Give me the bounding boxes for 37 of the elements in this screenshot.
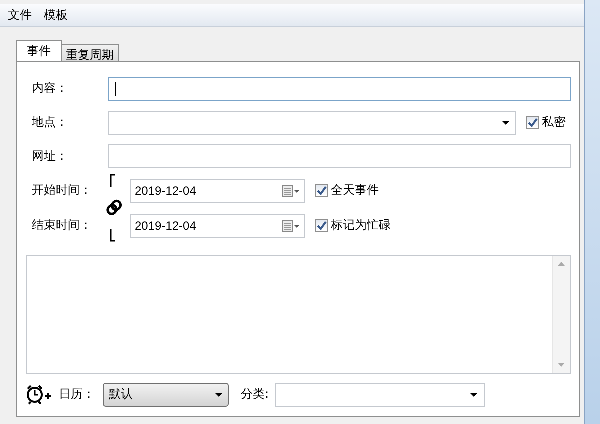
link-icon <box>105 173 125 244</box>
check-icon <box>316 186 326 196</box>
field-label: 内容： <box>31 80 69 98</box>
field-label: 地点： <box>31 114 69 132</box>
input-field[interactable] <box>108 144 571 168</box>
checkbox[interactable] <box>526 116 539 130</box>
check-icon <box>316 220 326 231</box>
field-label: 分类: <box>241 386 270 404</box>
field-label: 网址： <box>31 148 69 165</box>
text-area[interactable] <box>26 255 571 374</box>
combo-box[interactable] <box>275 382 486 407</box>
alarm-add-icon <box>26 384 51 406</box>
date-field[interactable]: 2019-12-04 <box>130 178 305 203</box>
dropdown-arrow-icon <box>470 392 478 397</box>
calendar-icon <box>282 220 300 232</box>
dropdown-arrow-icon <box>502 120 510 125</box>
checkbox-label: 标记为忙碌 <box>331 217 391 234</box>
check-icon <box>528 118 538 128</box>
menu-item[interactable]: 文件 <box>8 6 32 24</box>
checkbox-label: 私密 <box>542 114 566 132</box>
tab[interactable]: 重复周期 <box>61 44 119 61</box>
checkbox[interactable] <box>315 219 328 232</box>
combo-box[interactable] <box>108 110 516 135</box>
date-field[interactable]: 2019-12-04 <box>130 214 305 238</box>
checkbox[interactable] <box>315 184 328 198</box>
input-field[interactable] <box>108 76 571 101</box>
field-label: 日历： <box>58 386 95 404</box>
scrollbar[interactable] <box>552 256 570 373</box>
checkbox-label: 全天事件 <box>331 182 379 200</box>
field-label: 开始时间： <box>31 182 93 200</box>
calendar-icon <box>282 184 300 197</box>
scroll-up-icon <box>558 262 565 266</box>
field-label: 结束时间： <box>31 217 93 234</box>
menu-item[interactable]: 模板 <box>44 6 68 24</box>
dropdown[interactable]: 默认 <box>103 382 229 407</box>
tab[interactable]: 事件 <box>16 40 62 61</box>
scroll-down-icon <box>558 362 565 367</box>
